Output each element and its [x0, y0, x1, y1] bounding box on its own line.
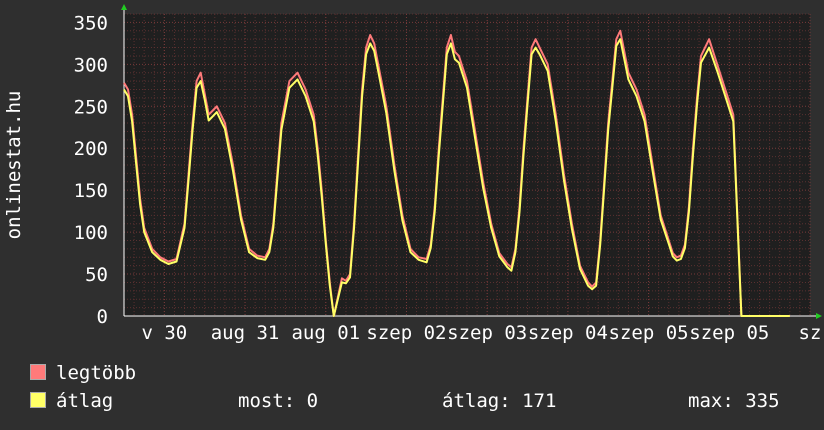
legend-max-label: legtöbb	[56, 362, 137, 384]
y-axis-arrow	[121, 4, 127, 10]
y-tick-label: 50	[85, 264, 108, 286]
y-tick-label: 350	[74, 12, 108, 34]
legend-avg-label: átlag	[56, 390, 114, 412]
y-axis-label: onlinestat.hu	[3, 91, 25, 240]
stat-avg: átlag: 171	[442, 390, 557, 412]
y-tick-label: 250	[74, 96, 108, 118]
x-tick-label: aug 01	[291, 322, 360, 344]
y-tick-label: 100	[74, 222, 108, 244]
legend-max: legtöbb	[30, 362, 136, 384]
y-tick-label: 300	[74, 54, 108, 76]
legend-avg-swatch	[30, 391, 46, 408]
x-tick-label: szep 02	[366, 322, 446, 344]
x-tick-label: aug 31	[211, 322, 280, 344]
x-axis-arrow	[816, 313, 822, 319]
stat-now: most: 0	[238, 390, 319, 412]
x-tick-label: szep 05	[609, 322, 689, 344]
y-tick-label: 150	[74, 180, 108, 202]
legend-max-swatch	[30, 363, 46, 380]
y-tick-label: 0	[97, 306, 108, 328]
x-tick-label: v 30	[141, 322, 187, 344]
x-tick-label: szep 05	[689, 322, 769, 344]
legend-avg: átlag	[30, 390, 113, 412]
x-tick-label: szep 03	[447, 322, 527, 344]
y-tick-label: 200	[74, 138, 108, 160]
x-tick-label: szep 04	[528, 322, 608, 344]
stat-max: max: 335	[688, 390, 780, 412]
x-tick-label: sz	[799, 322, 822, 344]
